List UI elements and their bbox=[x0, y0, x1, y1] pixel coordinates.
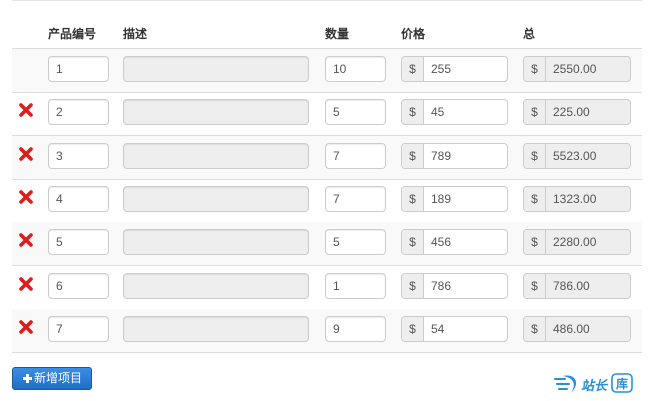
header-price: 价格 bbox=[401, 27, 426, 41]
delete-row-icon[interactable] bbox=[18, 319, 34, 335]
description-input[interactable] bbox=[123, 273, 309, 299]
description-input[interactable] bbox=[123, 316, 309, 342]
total-value: 786.00 bbox=[553, 279, 590, 293]
price-input-group[interactable]: $789 bbox=[401, 143, 508, 169]
quantity-input[interactable]: 10 bbox=[325, 56, 386, 82]
table-row: 1 10 $255 $2550.00 bbox=[12, 49, 642, 93]
add-item-label: 新增项目 bbox=[34, 371, 83, 385]
total-input-group: $1323.00 bbox=[523, 186, 631, 212]
delete-row-icon[interactable] bbox=[18, 146, 34, 162]
currency-addon: $ bbox=[524, 57, 546, 81]
currency-addon: $ bbox=[402, 100, 424, 124]
product-id-input[interactable]: 1 bbox=[48, 56, 109, 82]
quantity-input[interactable]: 7 bbox=[325, 186, 386, 212]
quantity-input[interactable]: 9 bbox=[325, 316, 386, 342]
product-id-input[interactable]: 7 bbox=[48, 316, 109, 342]
total-value: 2550.00 bbox=[553, 62, 597, 76]
currency-addon: $ bbox=[402, 230, 424, 254]
currency-addon: $ bbox=[524, 230, 546, 254]
watermark-text: 站长 bbox=[581, 378, 608, 393]
price-input-group[interactable]: $189 bbox=[401, 186, 508, 212]
price-value[interactable]: 789 bbox=[431, 144, 451, 168]
table-row: 7 9 $54 $486.00 bbox=[12, 309, 642, 353]
currency-addon: $ bbox=[402, 187, 424, 211]
add-item-button[interactable]: 新增项目 bbox=[12, 367, 92, 390]
price-value[interactable]: 189 bbox=[431, 187, 451, 211]
total-value: 2280.00 bbox=[553, 235, 597, 249]
total-input-group: $2550.00 bbox=[523, 56, 631, 82]
description-input[interactable] bbox=[123, 186, 309, 212]
header-quantity: 数量 bbox=[325, 27, 350, 41]
table-row: 2 5 $45 $225.00 bbox=[12, 92, 642, 136]
delete-row-icon[interactable] bbox=[18, 232, 34, 248]
header-product-id: 产品编号 bbox=[48, 27, 97, 41]
currency-addon: $ bbox=[524, 144, 546, 168]
price-value[interactable]: 45 bbox=[431, 100, 444, 124]
description-input[interactable] bbox=[123, 56, 309, 82]
watermark-badge-icon: 库 bbox=[611, 373, 633, 393]
watermark-logo: 站长 库 bbox=[553, 372, 645, 396]
description-input[interactable] bbox=[123, 143, 309, 169]
table-header: 产品编号 描述 数量 价格 总 bbox=[12, 16, 642, 49]
price-input-group[interactable]: $786 bbox=[401, 273, 508, 299]
price-value[interactable]: 54 bbox=[431, 317, 444, 341]
quantity-input[interactable]: 5 bbox=[325, 229, 386, 255]
table-row: 6 1 $786 $786.00 bbox=[12, 266, 642, 310]
price-input-group[interactable]: $54 bbox=[401, 316, 508, 342]
table-row: 5 5 $456 $2280.00 bbox=[12, 222, 642, 266]
product-id-input[interactable]: 5 bbox=[48, 229, 109, 255]
total-input-group: $786.00 bbox=[523, 273, 631, 299]
product-id-input[interactable]: 2 bbox=[48, 99, 109, 125]
watermark-badge-text: 库 bbox=[616, 376, 628, 391]
price-value[interactable]: 456 bbox=[431, 230, 451, 254]
delete-row-icon[interactable] bbox=[18, 276, 34, 292]
delete-row-icon[interactable] bbox=[18, 189, 34, 205]
quantity-input[interactable]: 1 bbox=[325, 273, 386, 299]
table-row: 3 7 $789 $5523.00 bbox=[12, 136, 642, 180]
quantity-input[interactable]: 5 bbox=[325, 99, 386, 125]
total-input-group: $5523.00 bbox=[523, 143, 631, 169]
currency-addon: $ bbox=[402, 317, 424, 341]
price-input-group[interactable]: $255 bbox=[401, 56, 508, 82]
description-input[interactable] bbox=[123, 229, 309, 255]
price-input-group[interactable]: $45 bbox=[401, 99, 508, 125]
price-input-group[interactable]: $456 bbox=[401, 229, 508, 255]
table-row: 4 7 $189 $1323.00 bbox=[12, 179, 642, 223]
currency-addon: $ bbox=[402, 144, 424, 168]
header-description: 描述 bbox=[123, 27, 148, 41]
currency-addon: $ bbox=[402, 274, 424, 298]
currency-addon: $ bbox=[524, 100, 546, 124]
header-total: 总 bbox=[523, 27, 536, 41]
price-value[interactable]: 255 bbox=[431, 57, 451, 81]
total-input-group: $225.00 bbox=[523, 99, 631, 125]
plus-icon bbox=[23, 374, 32, 383]
delete-row-icon[interactable] bbox=[18, 102, 34, 118]
swoosh-icon bbox=[554, 375, 577, 393]
currency-addon: $ bbox=[524, 187, 546, 211]
currency-addon: $ bbox=[524, 274, 546, 298]
total-value: 5523.00 bbox=[553, 149, 597, 163]
total-value: 486.00 bbox=[553, 322, 590, 336]
currency-addon: $ bbox=[402, 57, 424, 81]
total-input-group: $2280.00 bbox=[523, 229, 631, 255]
total-value: 225.00 bbox=[553, 105, 590, 119]
quantity-input[interactable]: 7 bbox=[325, 143, 386, 169]
product-id-input[interactable]: 3 bbox=[48, 143, 109, 169]
description-input[interactable] bbox=[123, 99, 309, 125]
total-input-group: $486.00 bbox=[523, 316, 631, 342]
currency-addon: $ bbox=[524, 317, 546, 341]
total-value: 1323.00 bbox=[553, 192, 597, 206]
product-id-input[interactable]: 6 bbox=[48, 273, 109, 299]
product-id-input[interactable]: 4 bbox=[48, 186, 109, 212]
top-divider bbox=[12, 0, 642, 1]
price-value[interactable]: 786 bbox=[431, 274, 451, 298]
